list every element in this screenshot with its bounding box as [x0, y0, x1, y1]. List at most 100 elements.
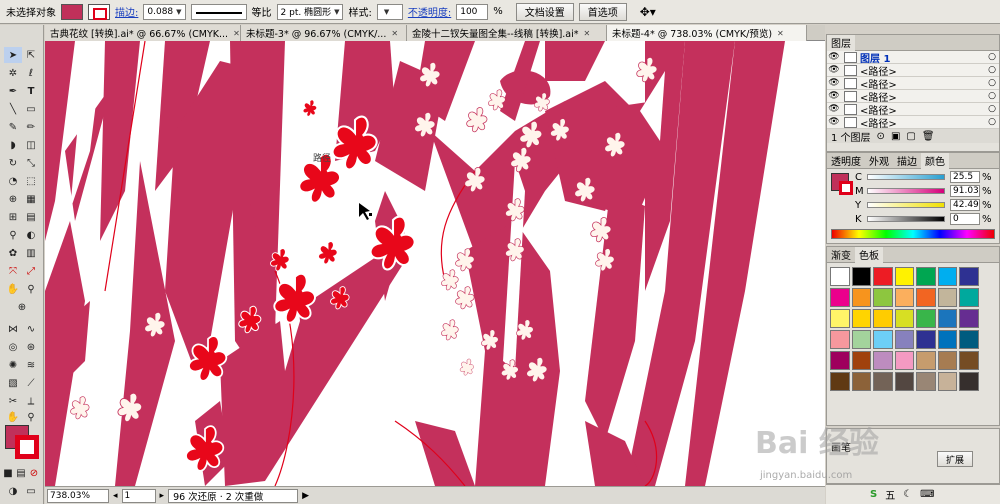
color-swatch[interactable]	[937, 372, 957, 391]
stroke-swatch[interactable]	[88, 3, 110, 20]
zoom-tool-icon[interactable]: ⚲	[22, 281, 40, 297]
color-swatch[interactable]	[873, 330, 893, 349]
color-swatch[interactable]	[916, 351, 936, 370]
color-swatch[interactable]	[916, 330, 936, 349]
scallop-tool-icon[interactable]: ✺	[4, 357, 22, 373]
wrinkle-tool-icon[interactable]: ≋	[22, 357, 40, 373]
close-icon[interactable]: ✕	[584, 29, 591, 38]
zoom-tool-alt-icon[interactable]: ⚲	[22, 409, 40, 425]
style-dropdown[interactable]: ▼	[376, 3, 403, 20]
color-spectrum-ramp[interactable]	[831, 229, 995, 239]
stroke-weight-field[interactable]: 0.088 ▼	[143, 3, 186, 20]
magenta-slider[interactable]: M 91.03%	[855, 185, 992, 197]
close-icon[interactable]: ✕	[391, 29, 398, 38]
eye-icon[interactable]: 👁	[827, 117, 841, 127]
color-swatch[interactable]	[851, 372, 871, 391]
trash-icon[interactable]: 🗑	[922, 131, 935, 142]
pen-tool-icon[interactable]: ✒	[4, 83, 22, 99]
column-graph-tool-icon[interactable]: ▥	[22, 245, 40, 261]
brush-dropdown[interactable]: 2 pt. 椭圆形 ▼	[276, 3, 344, 20]
color-swatch[interactable]	[873, 267, 893, 286]
color-swatch[interactable]	[959, 267, 979, 286]
hand-tool-icon[interactable]: ✋	[4, 281, 22, 297]
color-swatch[interactable]	[851, 267, 871, 286]
eye-icon[interactable]: 👁	[827, 91, 841, 101]
line-tool-icon[interactable]: ╲	[4, 101, 22, 117]
eye-icon[interactable]: 👁	[827, 65, 841, 75]
bloat-tool-icon[interactable]: ◎	[4, 339, 22, 355]
color-swatch[interactable]	[937, 351, 957, 370]
color-swatch[interactable]	[830, 267, 850, 286]
graph-tool-icon[interactable]: ▧	[4, 375, 22, 391]
color-swatch[interactable]	[916, 309, 936, 328]
warp-wave-tool-icon[interactable]: ∿	[22, 321, 40, 337]
screen-mode-icon[interactable]: ▭	[22, 483, 40, 499]
color-swatch[interactable]	[937, 288, 957, 307]
color-swatch[interactable]	[937, 267, 957, 286]
close-icon[interactable]: ✕	[233, 29, 240, 38]
tab-color[interactable]: 颜色	[921, 152, 949, 169]
tab-document-2[interactable]: 未标题-3* @ 96.67% (CMYK/... ✕	[241, 25, 407, 41]
stroke-link[interactable]: 描边:	[115, 4, 138, 19]
color-swatch[interactable]	[830, 372, 850, 391]
artboard-number[interactable]: 1	[121, 488, 156, 503]
locate-object-icon[interactable]: ⊙	[877, 131, 885, 142]
hand-tool-alt-icon[interactable]: ✋	[4, 409, 22, 425]
color-swatch[interactable]	[894, 288, 914, 307]
tab-document-4[interactable]: 未标题-4* @ 738.03% (CMYK/预览) ✕	[607, 25, 807, 41]
measure-tool-icon[interactable]: ⟂	[22, 393, 40, 409]
color-swatch[interactable]	[894, 267, 914, 286]
tab-gradient[interactable]: 渐变	[827, 247, 855, 263]
color-mode-icon[interactable]: ■	[2, 465, 14, 481]
color-swatch[interactable]	[851, 309, 871, 328]
target-icon[interactable]: ○	[985, 52, 999, 62]
color-swatch[interactable]	[830, 309, 850, 328]
tab-document-3[interactable]: 金陵十二钗矢量图全集--线稿 [转换].ai* ✕	[407, 25, 607, 41]
document-setup-button[interactable]: 文档设置	[515, 2, 574, 21]
moon-icon[interactable]: ☾	[903, 489, 912, 500]
prev-artboard-icon[interactable]: ◂	[113, 491, 118, 501]
warp-tool-icon[interactable]: ◔	[4, 173, 22, 189]
color-swatch[interactable]	[894, 330, 914, 349]
yellow-slider[interactable]: Y 42.49%	[855, 199, 992, 211]
scale-tool-icon[interactable]: ⤡	[22, 155, 40, 171]
free-transform-tool-icon[interactable]: ⬚	[22, 173, 40, 189]
color-swatch[interactable]	[916, 288, 936, 307]
eye-icon[interactable]: 👁	[827, 104, 841, 114]
new-layer-icon[interactable]: ▢	[906, 131, 915, 142]
direct-selection-tool-icon[interactable]: ⇱	[22, 47, 40, 63]
blob-brush-tool-icon[interactable]: ◗	[4, 137, 22, 153]
eyedropper-tool-icon[interactable]: ⚲	[4, 227, 22, 243]
tab-swatches[interactable]: 色板	[855, 246, 883, 263]
lasso-tool-icon[interactable]: ℓ	[22, 65, 40, 81]
selection-tool-icon[interactable]: ➤	[4, 47, 22, 63]
tab-appearance[interactable]: 外观	[865, 153, 893, 169]
color-swatch[interactable]	[873, 372, 893, 391]
rotate-tool-icon[interactable]: ↻	[4, 155, 22, 171]
mesh-tool-icon[interactable]: ⊞	[4, 209, 22, 225]
layer-row[interactable]: 👁 <路径> ○	[827, 116, 999, 130]
expand-button[interactable]: 扩展	[937, 451, 974, 467]
keyboard-icon[interactable]: ⌨	[920, 489, 934, 500]
color-swatch[interactable]	[959, 372, 979, 391]
pencil-tool-icon[interactable]: ✏	[22, 119, 40, 135]
tab-stroke[interactable]: 描边	[893, 153, 921, 169]
target-icon[interactable]: ○	[985, 91, 999, 101]
width-tool-icon[interactable]: ⋈	[4, 321, 22, 337]
fill-swatch[interactable]	[61, 3, 83, 20]
color-swatch[interactable]	[894, 309, 914, 328]
eye-icon[interactable]: 👁	[827, 52, 841, 62]
color-swatch[interactable]	[851, 330, 871, 349]
tab-transparency[interactable]: 透明度	[827, 153, 865, 169]
color-swatch[interactable]	[916, 372, 936, 391]
black-slider[interactable]: K 0%	[855, 213, 992, 225]
symbol-sprayer-tool-icon[interactable]: ✿	[4, 245, 22, 261]
target-icon[interactable]: ○	[985, 78, 999, 88]
color-swatch[interactable]	[894, 351, 914, 370]
scissors-tool-icon[interactable]: ✂	[4, 393, 22, 409]
arrange-documents-icon[interactable]: ✥▾	[640, 5, 656, 19]
stroke-color-box[interactable]	[15, 435, 39, 459]
perspective-grid-tool-icon[interactable]: ▦	[22, 191, 40, 207]
color-swatch[interactable]	[959, 288, 979, 307]
paintbrush-tool-icon[interactable]: ✎	[4, 119, 22, 135]
